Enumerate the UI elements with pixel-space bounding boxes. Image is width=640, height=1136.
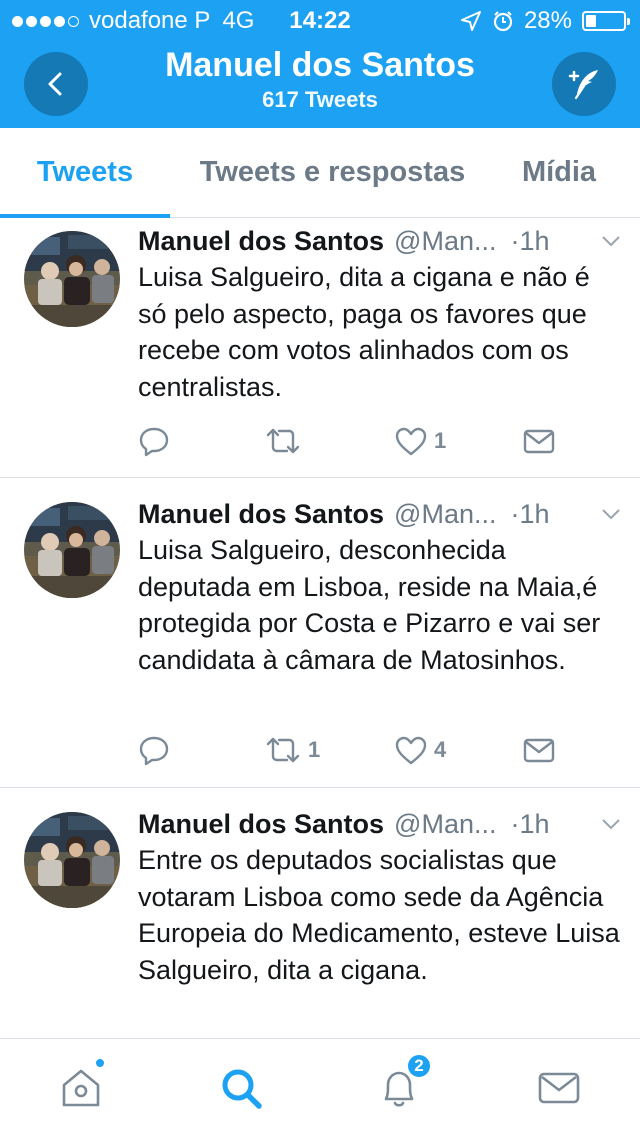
home-icon: [62, 1069, 100, 1107]
avatar[interactable]: [24, 812, 120, 908]
tweet-header: Manuel dos Santos @Man... · 1h: [138, 494, 624, 534]
author-name[interactable]: Manuel dos Santos: [138, 226, 384, 257]
bottom-navigation: 2: [0, 1038, 640, 1136]
reply-icon: [139, 427, 169, 457]
active-tab-indicator: [0, 214, 170, 218]
nav-messages[interactable]: [534, 1063, 584, 1113]
heart-icon: [395, 736, 427, 765]
author-handle[interactable]: @Man...: [394, 499, 496, 530]
direct-message-button[interactable]: [522, 732, 556, 768]
tweet-header: Manuel dos Santos @Man... · 1h: [138, 804, 624, 844]
home-new-indicator: [94, 1057, 106, 1069]
tab-tweets-and-replies[interactable]: Tweets e respostas: [180, 128, 485, 217]
direct-message-button[interactable]: [522, 423, 556, 459]
reply-button[interactable]: [138, 732, 176, 768]
tweet[interactable]: Manuel dos Santos @Man... · 1h Entre os …: [0, 788, 640, 1038]
page-title: Manuel dos Santos: [165, 46, 475, 84]
nav-notifications[interactable]: 2: [374, 1053, 432, 1113]
status-bar-right: 28%: [460, 7, 630, 35]
tweet-actions: 1 4: [138, 732, 620, 768]
alarm-icon: [493, 11, 513, 32]
chevron-down-icon[interactable]: [598, 811, 624, 837]
status-bar: vodafone P 4G 14:22 28%: [0, 0, 640, 40]
notifications-badge: 2: [406, 1053, 432, 1079]
envelope-icon: [523, 738, 555, 763]
tweet-time: 1h: [519, 498, 550, 529]
author-handle[interactable]: @Man...: [394, 226, 496, 257]
compose-tweet-icon: [568, 70, 598, 100]
like-count: 1: [434, 428, 447, 453]
location-arrow-icon: [460, 11, 481, 31]
chevron-down-icon[interactable]: [598, 228, 624, 254]
chevron-down-icon[interactable]: [598, 501, 624, 527]
compose-tweet-button[interactable]: [552, 52, 616, 116]
tweet-header: Manuel dos Santos @Man... · 1h: [138, 221, 624, 261]
reply-icon: [139, 736, 169, 766]
retweet-count: 1: [308, 737, 321, 762]
time-separator: ·: [510, 225, 520, 256]
nav-search[interactable]: [216, 1063, 266, 1113]
author-name[interactable]: Manuel dos Santos: [138, 809, 384, 840]
tab-media[interactable]: Mídia: [505, 128, 613, 217]
tab-tweets[interactable]: Tweets: [0, 128, 170, 217]
nav-home[interactable]: [56, 1057, 106, 1113]
like-button[interactable]: 4: [394, 732, 446, 768]
heart-icon: [395, 427, 427, 456]
profile-header: Manuel dos Santos 617 Tweets: [0, 44, 640, 114]
tweet-actions: 1: [138, 423, 620, 459]
avatar[interactable]: [24, 502, 120, 598]
author-name[interactable]: Manuel dos Santos: [138, 499, 384, 530]
time-separator: ·: [510, 808, 520, 839]
tweet[interactable]: Manuel dos Santos @Man... · 1h Luisa Sal…: [0, 478, 640, 788]
tweet-text: Luisa Salgueiro, desconhecida deputada e…: [138, 535, 601, 675]
battery-percent: 28%: [523, 7, 572, 34]
profile-tabs: Tweets Tweets e respostas Mídia: [0, 128, 640, 218]
tweet-time: 1h: [519, 808, 550, 839]
tweet-count: 617 Tweets: [262, 87, 378, 112]
envelope-icon: [523, 429, 555, 454]
messages-icon: [538, 1072, 580, 1104]
top-bar: vodafone P 4G 14:22 28% Manuel dos Santo…: [0, 0, 640, 128]
like-button[interactable]: 1: [394, 423, 446, 459]
like-count: 4: [434, 737, 447, 762]
avatar[interactable]: [24, 231, 120, 327]
tweet-text: Entre os deputados socialistas que votar…: [138, 845, 620, 985]
reply-button[interactable]: [138, 423, 176, 459]
retweet-icon: [266, 428, 300, 454]
search-icon: [222, 1069, 262, 1109]
battery-icon: [582, 11, 630, 31]
retweet-button[interactable]: [264, 423, 308, 459]
retweet-icon: [266, 737, 300, 763]
tweet-text: Luisa Salgueiro, dita a cigana e não é s…: [138, 262, 590, 402]
author-handle[interactable]: @Man...: [394, 809, 496, 840]
time-separator: ·: [510, 498, 520, 529]
tweet-time: 1h: [519, 225, 550, 256]
retweet-button[interactable]: 1: [264, 732, 320, 768]
tweet[interactable]: Manuel dos Santos @Man... · 1h Luisa Sal…: [0, 219, 640, 478]
